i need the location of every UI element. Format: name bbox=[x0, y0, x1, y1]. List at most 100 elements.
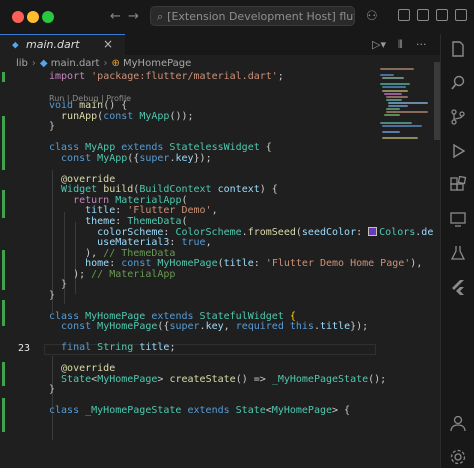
code-token: StatelessWidget bbox=[169, 142, 266, 154]
minimap-line bbox=[382, 77, 404, 79]
code-line[interactable]: class _MyHomePageState extends State<MyH… bbox=[49, 406, 350, 417]
code-token: // MaterialApp bbox=[91, 268, 176, 280]
gutter-mark bbox=[2, 190, 5, 218]
minimap-line bbox=[386, 108, 400, 110]
close-tab-icon[interactable]: × bbox=[103, 37, 113, 51]
code-token: class bbox=[49, 405, 86, 417]
minimap-line bbox=[382, 86, 406, 88]
settings-icon[interactable] bbox=[449, 448, 467, 466]
code-token: , bbox=[211, 205, 218, 217]
explorer-icon[interactable] bbox=[449, 40, 467, 58]
code-line[interactable]: runApp(const MyApp()); bbox=[49, 110, 194, 123]
minimap-line bbox=[382, 137, 418, 139]
tab-label: main.dart bbox=[26, 38, 80, 51]
minimap-line bbox=[384, 114, 400, 116]
code-token: : bbox=[253, 258, 266, 269]
code-token: MyHomePage bbox=[97, 373, 158, 385]
code-line[interactable]: ); // MaterialApp bbox=[49, 268, 176, 281]
code-line[interactable]: State<MyHomePage> createState() => _MyHo… bbox=[49, 373, 386, 386]
code-line[interactable]: } bbox=[49, 385, 55, 396]
minimap-line bbox=[380, 83, 410, 85]
code-line[interactable]: final String title; bbox=[49, 343, 175, 354]
command-center-label: [Extension Development Host] fluttertest bbox=[167, 10, 354, 23]
code-token: build bbox=[103, 184, 134, 196]
code-token: State bbox=[235, 405, 266, 417]
remote-icon[interactable] bbox=[449, 210, 467, 228]
forward-arrow-icon[interactable]: → bbox=[128, 9, 139, 24]
code-token: ( bbox=[181, 215, 188, 227]
code-token: extends bbox=[121, 142, 170, 154]
more-actions-icon[interactable]: ··· bbox=[416, 38, 427, 51]
breadcrumb-file[interactable]: main.dart bbox=[51, 58, 100, 69]
code-token: : bbox=[115, 215, 128, 227]
account-icon[interactable] bbox=[449, 414, 467, 432]
line-number: 23 bbox=[17, 343, 30, 354]
copilot-icon[interactable]: ⚇ bbox=[366, 9, 378, 24]
code-token: 'Flutter Demo' bbox=[127, 205, 212, 217]
color-swatch-icon bbox=[368, 227, 378, 237]
dart-file-icon: ◆ bbox=[39, 58, 51, 69]
code-token: title bbox=[320, 321, 351, 333]
code-line[interactable]: } bbox=[49, 290, 55, 302]
toggle-panel-icon[interactable] bbox=[417, 9, 429, 21]
extensions-icon[interactable] bbox=[449, 176, 467, 194]
command-center-search[interactable]: ⌕[Extension Development Host] fluttertes… bbox=[150, 6, 355, 26]
toggle-primary-sidebar-icon[interactable] bbox=[398, 9, 410, 21]
code-token: super bbox=[139, 152, 170, 164]
code-token: , bbox=[223, 321, 236, 333]
code-token: ); bbox=[49, 268, 92, 280]
toggle-secondary-sidebar-icon[interactable] bbox=[436, 9, 448, 21]
code-token: @override bbox=[49, 363, 116, 375]
run-debug-icon[interactable] bbox=[449, 142, 467, 160]
code-token: } bbox=[49, 121, 56, 133]
run-icon[interactable]: ▷▾ bbox=[372, 38, 386, 51]
minimap-line bbox=[380, 122, 412, 124]
code-token: () => bbox=[235, 373, 272, 385]
close-window-button[interactable] bbox=[12, 11, 24, 23]
code-token: super bbox=[169, 321, 200, 333]
code-line[interactable]: const MyHomePage({super.key, required th… bbox=[49, 321, 369, 333]
code-token: } bbox=[49, 384, 56, 396]
gutter-mark bbox=[2, 72, 5, 82]
code-token: }); bbox=[350, 321, 369, 333]
code-token: key bbox=[205, 321, 224, 333]
search-icon[interactable] bbox=[449, 74, 467, 92]
code-token: runApp bbox=[49, 110, 98, 122]
back-arrow-icon[interactable]: ← bbox=[110, 9, 121, 24]
code-line[interactable]: theme: ThemeData( bbox=[49, 215, 188, 228]
flutter-icon[interactable] bbox=[449, 278, 467, 296]
minimap[interactable] bbox=[378, 62, 440, 468]
minimize-window-button[interactable] bbox=[27, 11, 39, 23]
code-token: const bbox=[121, 258, 158, 269]
breadcrumb-folder[interactable]: lib bbox=[16, 58, 28, 69]
code-token: seedColor bbox=[301, 227, 357, 239]
code-line[interactable]: const MyApp({super.key}); bbox=[49, 152, 212, 165]
activity-bar bbox=[440, 34, 474, 468]
source-control-icon[interactable] bbox=[449, 108, 467, 126]
code-token: ()); bbox=[169, 110, 194, 122]
code-token: BuildContext bbox=[139, 184, 218, 196]
code-token: extends bbox=[187, 405, 236, 417]
gutter-mark bbox=[2, 116, 5, 170]
code-token: StatefulWidget bbox=[199, 310, 290, 322]
code-line[interactable]: } bbox=[49, 121, 56, 133]
breadcrumb-symbol[interactable]: MyHomePage bbox=[123, 58, 191, 69]
customize-layout-icon[interactable] bbox=[455, 9, 467, 21]
code-token: home bbox=[49, 258, 110, 269]
code-token: fromSeed bbox=[247, 227, 296, 239]
code-token: _MyHomePageState bbox=[271, 373, 369, 385]
split-editor-icon[interactable]: ⫴ bbox=[398, 38, 403, 52]
code-token: ; bbox=[277, 71, 284, 82]
maximize-window-button[interactable] bbox=[42, 11, 54, 23]
code-token: ({ bbox=[127, 152, 140, 164]
code-token: }); bbox=[193, 152, 212, 164]
code-token: MyApp bbox=[139, 110, 170, 122]
code-token: MyApp bbox=[85, 142, 122, 154]
minimap-line bbox=[386, 111, 428, 113]
tab-main-dart[interactable]: ◆ main.dart × bbox=[0, 34, 125, 55]
code-line[interactable]: import 'package:flutter/material.dart'; bbox=[49, 71, 284, 83]
code-token: : bbox=[109, 258, 122, 269]
code-token: > { bbox=[332, 405, 351, 417]
testing-icon[interactable] bbox=[449, 244, 467, 262]
minimap-line bbox=[382, 90, 408, 92]
